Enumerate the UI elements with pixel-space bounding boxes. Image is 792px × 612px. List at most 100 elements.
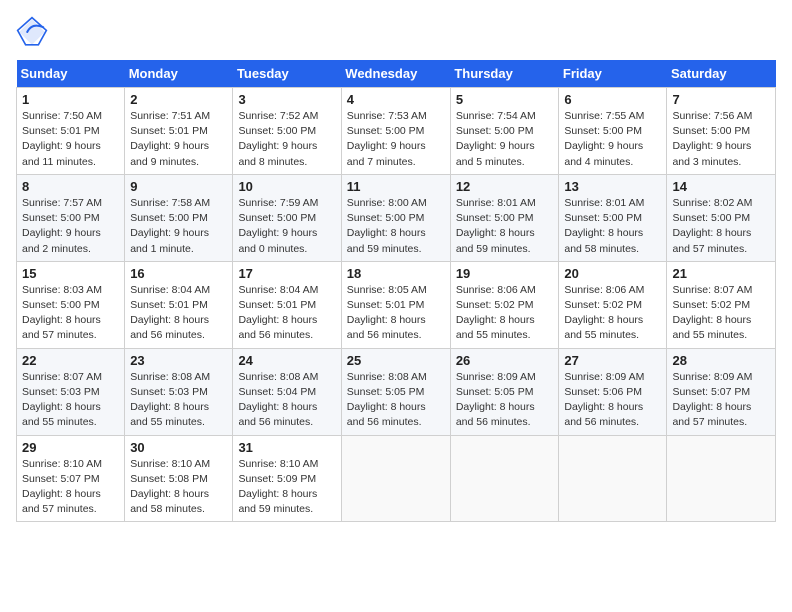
calendar-day-cell: 18 Sunrise: 8:05 AM Sunset: 5:01 PM Dayl… (341, 261, 450, 348)
calendar-day-cell: 23 Sunrise: 8:08 AM Sunset: 5:03 PM Dayl… (125, 348, 233, 435)
calendar-day-cell: 12 Sunrise: 8:01 AM Sunset: 5:00 PM Dayl… (450, 174, 559, 261)
day-detail: Sunrise: 7:52 AM Sunset: 5:00 PM Dayligh… (238, 109, 335, 170)
calendar-week-row: 1 Sunrise: 7:50 AM Sunset: 5:01 PM Dayli… (17, 88, 776, 175)
day-number: 8 (22, 179, 119, 194)
calendar-day-cell (341, 435, 450, 522)
calendar-day-cell: 30 Sunrise: 8:10 AM Sunset: 5:08 PM Dayl… (125, 435, 233, 522)
calendar-day-cell: 14 Sunrise: 8:02 AM Sunset: 5:00 PM Dayl… (667, 174, 776, 261)
day-detail: Sunrise: 8:00 AM Sunset: 5:00 PM Dayligh… (347, 196, 445, 257)
day-detail: Sunrise: 7:50 AM Sunset: 5:01 PM Dayligh… (22, 109, 119, 170)
day-number: 5 (456, 92, 554, 107)
day-number: 1 (22, 92, 119, 107)
calendar-day-cell (450, 435, 559, 522)
calendar-day-cell: 31 Sunrise: 8:10 AM Sunset: 5:09 PM Dayl… (233, 435, 341, 522)
day-number: 27 (564, 353, 661, 368)
day-number: 22 (22, 353, 119, 368)
day-number: 20 (564, 266, 661, 281)
calendar-day-cell: 13 Sunrise: 8:01 AM Sunset: 5:00 PM Dayl… (559, 174, 667, 261)
day-detail: Sunrise: 8:04 AM Sunset: 5:01 PM Dayligh… (130, 283, 227, 344)
day-number: 16 (130, 266, 227, 281)
day-number: 3 (238, 92, 335, 107)
day-detail: Sunrise: 8:04 AM Sunset: 5:01 PM Dayligh… (238, 283, 335, 344)
calendar-day-cell: 25 Sunrise: 8:08 AM Sunset: 5:05 PM Dayl… (341, 348, 450, 435)
weekday-header: Thursday (450, 60, 559, 88)
day-detail: Sunrise: 8:09 AM Sunset: 5:05 PM Dayligh… (456, 370, 554, 431)
day-number: 18 (347, 266, 445, 281)
calendar-day-cell: 6 Sunrise: 7:55 AM Sunset: 5:00 PM Dayli… (559, 88, 667, 175)
calendar-day-cell: 15 Sunrise: 8:03 AM Sunset: 5:00 PM Dayl… (17, 261, 125, 348)
weekday-header: Tuesday (233, 60, 341, 88)
day-detail: Sunrise: 7:51 AM Sunset: 5:01 PM Dayligh… (130, 109, 227, 170)
day-number: 25 (347, 353, 445, 368)
day-number: 21 (672, 266, 770, 281)
day-detail: Sunrise: 7:57 AM Sunset: 5:00 PM Dayligh… (22, 196, 119, 257)
calendar-table: SundayMondayTuesdayWednesdayThursdayFrid… (16, 60, 776, 522)
day-detail: Sunrise: 8:09 AM Sunset: 5:06 PM Dayligh… (564, 370, 661, 431)
calendar-body: 1 Sunrise: 7:50 AM Sunset: 5:01 PM Dayli… (17, 88, 776, 522)
day-number: 7 (672, 92, 770, 107)
calendar-day-cell: 22 Sunrise: 8:07 AM Sunset: 5:03 PM Dayl… (17, 348, 125, 435)
day-number: 29 (22, 440, 119, 455)
day-number: 31 (238, 440, 335, 455)
calendar-day-cell: 3 Sunrise: 7:52 AM Sunset: 5:00 PM Dayli… (233, 88, 341, 175)
day-number: 15 (22, 266, 119, 281)
day-detail: Sunrise: 8:08 AM Sunset: 5:05 PM Dayligh… (347, 370, 445, 431)
calendar-day-cell (559, 435, 667, 522)
logo (16, 16, 52, 48)
day-detail: Sunrise: 8:08 AM Sunset: 5:03 PM Dayligh… (130, 370, 227, 431)
calendar-day-cell: 7 Sunrise: 7:56 AM Sunset: 5:00 PM Dayli… (667, 88, 776, 175)
calendar-day-cell: 11 Sunrise: 8:00 AM Sunset: 5:00 PM Dayl… (341, 174, 450, 261)
calendar-day-cell: 29 Sunrise: 8:10 AM Sunset: 5:07 PM Dayl… (17, 435, 125, 522)
calendar-week-row: 8 Sunrise: 7:57 AM Sunset: 5:00 PM Dayli… (17, 174, 776, 261)
calendar-day-cell (667, 435, 776, 522)
day-detail: Sunrise: 7:54 AM Sunset: 5:00 PM Dayligh… (456, 109, 554, 170)
calendar-week-row: 15 Sunrise: 8:03 AM Sunset: 5:00 PM Dayl… (17, 261, 776, 348)
day-number: 13 (564, 179, 661, 194)
day-detail: Sunrise: 8:02 AM Sunset: 5:00 PM Dayligh… (672, 196, 770, 257)
page-header (16, 16, 776, 48)
day-number: 26 (456, 353, 554, 368)
day-number: 14 (672, 179, 770, 194)
calendar-day-cell: 27 Sunrise: 8:09 AM Sunset: 5:06 PM Dayl… (559, 348, 667, 435)
calendar-day-cell: 24 Sunrise: 8:08 AM Sunset: 5:04 PM Dayl… (233, 348, 341, 435)
calendar-day-cell: 19 Sunrise: 8:06 AM Sunset: 5:02 PM Dayl… (450, 261, 559, 348)
weekday-header-row: SundayMondayTuesdayWednesdayThursdayFrid… (17, 60, 776, 88)
day-number: 12 (456, 179, 554, 194)
day-detail: Sunrise: 7:56 AM Sunset: 5:00 PM Dayligh… (672, 109, 770, 170)
day-number: 23 (130, 353, 227, 368)
day-detail: Sunrise: 8:05 AM Sunset: 5:01 PM Dayligh… (347, 283, 445, 344)
day-detail: Sunrise: 8:01 AM Sunset: 5:00 PM Dayligh… (564, 196, 661, 257)
day-detail: Sunrise: 8:03 AM Sunset: 5:00 PM Dayligh… (22, 283, 119, 344)
weekday-header: Saturday (667, 60, 776, 88)
calendar-day-cell: 17 Sunrise: 8:04 AM Sunset: 5:01 PM Dayl… (233, 261, 341, 348)
weekday-header: Monday (125, 60, 233, 88)
day-number: 9 (130, 179, 227, 194)
day-number: 4 (347, 92, 445, 107)
day-detail: Sunrise: 8:10 AM Sunset: 5:09 PM Dayligh… (238, 457, 335, 518)
calendar-day-cell: 21 Sunrise: 8:07 AM Sunset: 5:02 PM Dayl… (667, 261, 776, 348)
day-detail: Sunrise: 8:06 AM Sunset: 5:02 PM Dayligh… (456, 283, 554, 344)
day-detail: Sunrise: 8:01 AM Sunset: 5:00 PM Dayligh… (456, 196, 554, 257)
calendar-day-cell: 10 Sunrise: 7:59 AM Sunset: 5:00 PM Dayl… (233, 174, 341, 261)
calendar-day-cell: 4 Sunrise: 7:53 AM Sunset: 5:00 PM Dayli… (341, 88, 450, 175)
calendar-day-cell: 16 Sunrise: 8:04 AM Sunset: 5:01 PM Dayl… (125, 261, 233, 348)
day-detail: Sunrise: 8:08 AM Sunset: 5:04 PM Dayligh… (238, 370, 335, 431)
day-number: 24 (238, 353, 335, 368)
weekday-header: Friday (559, 60, 667, 88)
day-detail: Sunrise: 7:55 AM Sunset: 5:00 PM Dayligh… (564, 109, 661, 170)
calendar-week-row: 29 Sunrise: 8:10 AM Sunset: 5:07 PM Dayl… (17, 435, 776, 522)
day-number: 2 (130, 92, 227, 107)
day-detail: Sunrise: 8:10 AM Sunset: 5:07 PM Dayligh… (22, 457, 119, 518)
day-detail: Sunrise: 8:09 AM Sunset: 5:07 PM Dayligh… (672, 370, 770, 431)
calendar-day-cell: 1 Sunrise: 7:50 AM Sunset: 5:01 PM Dayli… (17, 88, 125, 175)
day-number: 28 (672, 353, 770, 368)
calendar-day-cell: 8 Sunrise: 7:57 AM Sunset: 5:00 PM Dayli… (17, 174, 125, 261)
day-number: 6 (564, 92, 661, 107)
day-number: 30 (130, 440, 227, 455)
calendar-day-cell: 2 Sunrise: 7:51 AM Sunset: 5:01 PM Dayli… (125, 88, 233, 175)
calendar-day-cell: 28 Sunrise: 8:09 AM Sunset: 5:07 PM Dayl… (667, 348, 776, 435)
day-detail: Sunrise: 7:58 AM Sunset: 5:00 PM Dayligh… (130, 196, 227, 257)
calendar-day-cell: 5 Sunrise: 7:54 AM Sunset: 5:00 PM Dayli… (450, 88, 559, 175)
day-detail: Sunrise: 8:06 AM Sunset: 5:02 PM Dayligh… (564, 283, 661, 344)
weekday-header: Sunday (17, 60, 125, 88)
